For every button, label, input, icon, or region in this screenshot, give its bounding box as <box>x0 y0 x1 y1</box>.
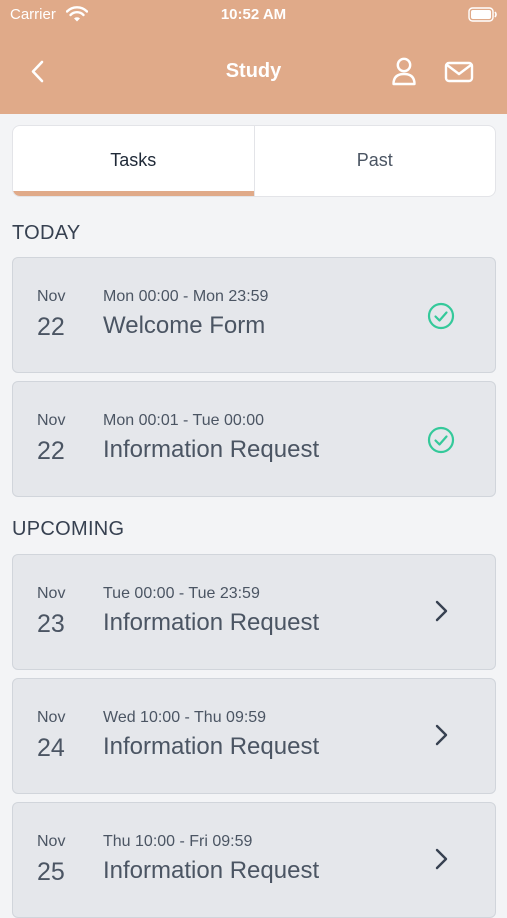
section-title-upcoming: UPCOMING <box>12 518 125 540</box>
mail-icon <box>444 61 474 83</box>
task-time-range: Mon 00:01 - Tue 00:00 <box>103 412 264 429</box>
task-title: Information Request <box>103 857 320 884</box>
tab-past-label: Past <box>356 149 393 170</box>
task-month: Nov <box>37 709 66 726</box>
tab-tasks-label: Tasks <box>110 149 157 170</box>
task-card[interactable]: Nov 25 Thu 10:00 - Fri 09:59 Information… <box>12 802 496 918</box>
task-day: 22 <box>37 313 65 341</box>
task-title: Information Request <box>103 436 320 463</box>
task-month: Nov <box>37 288 66 305</box>
check-circle-icon <box>427 302 455 330</box>
task-card[interactable]: Nov 22 Mon 00:01 - Tue 00:00 Information… <box>12 381 496 497</box>
mail-button[interactable] <box>440 54 478 90</box>
check-circle-icon <box>427 426 455 454</box>
nav-bar: Study <box>0 44 507 100</box>
back-button[interactable] <box>24 54 54 90</box>
tab-past[interactable]: Past <box>255 126 496 196</box>
task-card[interactable]: Nov 22 Mon 00:00 - Mon 23:59 Welcome For… <box>12 257 496 373</box>
task-month: Nov <box>37 833 66 850</box>
battery-icon <box>468 7 497 22</box>
person-icon <box>392 57 416 86</box>
task-segmented-control: Tasks Past <box>12 125 496 197</box>
app-header: Carrier 10:52 AM Study <box>0 0 507 114</box>
chevron-right-icon <box>435 600 448 622</box>
task-title: Welcome Form <box>103 312 266 339</box>
section-title-today: TODAY <box>12 222 81 244</box>
task-card[interactable]: Nov 24 Wed 10:00 - Thu 09:59 Information… <box>12 678 496 794</box>
task-day: 23 <box>37 610 65 638</box>
task-day: 22 <box>37 437 65 465</box>
task-day: 25 <box>37 858 65 886</box>
task-time-range: Thu 10:00 - Fri 09:59 <box>103 833 253 850</box>
chevron-right-icon <box>435 848 448 870</box>
task-day: 24 <box>37 734 65 762</box>
status-time: 10:52 AM <box>220 6 287 23</box>
task-month: Nov <box>37 585 66 602</box>
task-card[interactable]: Nov 23 Tue 00:00 - Tue 23:59 Information… <box>12 554 496 670</box>
chevron-right-icon <box>435 724 448 746</box>
page-title: Study <box>225 60 282 82</box>
chevron-left-icon <box>31 60 44 83</box>
task-month: Nov <box>37 412 66 429</box>
task-title: Information Request <box>103 609 320 636</box>
profile-button[interactable] <box>388 54 420 90</box>
task-time-range: Tue 00:00 - Tue 23:59 <box>103 585 260 602</box>
status-bar: Carrier 10:52 AM <box>0 0 507 30</box>
tab-tasks[interactable]: Tasks <box>13 126 254 196</box>
task-title: Information Request <box>103 733 320 760</box>
task-time-range: Wed 10:00 - Thu 09:59 <box>103 709 267 726</box>
task-time-range: Mon 00:00 - Mon 23:59 <box>103 288 269 305</box>
